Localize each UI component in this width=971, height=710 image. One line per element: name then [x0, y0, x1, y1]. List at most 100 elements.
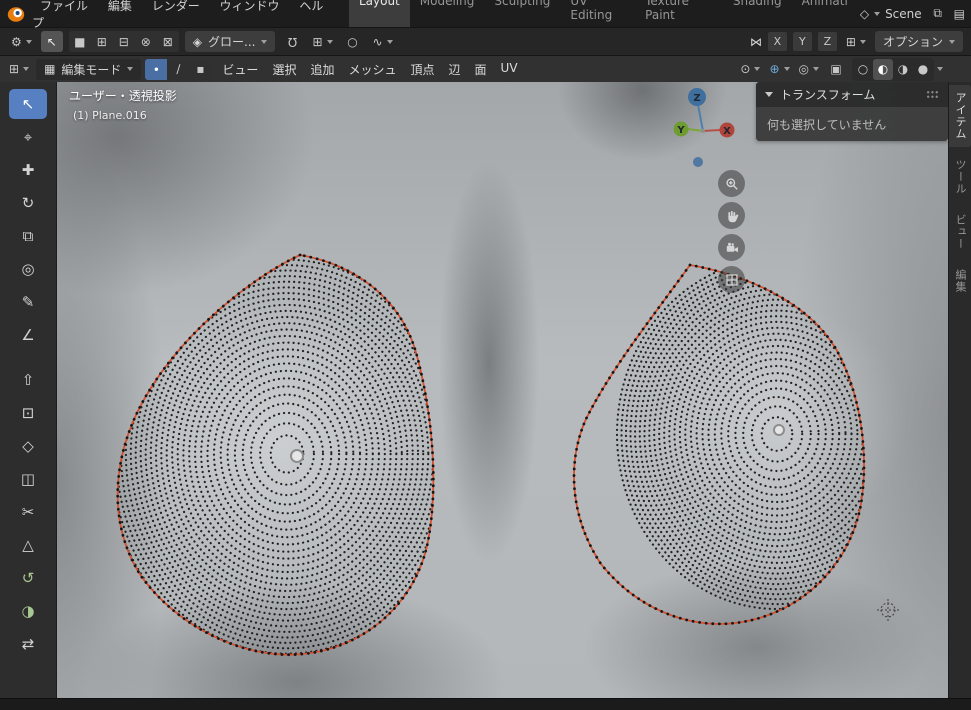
navigation-gizmo[interactable]: Z Y X	[657, 85, 753, 177]
viewport-3d[interactable]: ユーザー・透視投影 (1) Plane.016 Z Y X トランスフォーム 何…	[57, 82, 948, 698]
visibility-dropdown[interactable]: ⊙	[737, 59, 763, 80]
workspace-tab-modeling[interactable]: Modeling	[410, 0, 485, 27]
falloff-dropdown[interactable]: ∿	[370, 31, 396, 52]
tool-transform[interactable]: ◎	[9, 254, 47, 284]
transform-panel-header[interactable]: トランスフォーム	[756, 82, 948, 107]
main-menu: ファイル 編集 レンダー ウィンドウ ヘルプ	[32, 0, 333, 31]
axis-neg-z-ball[interactable]	[693, 157, 703, 167]
scene-render[interactable]	[57, 82, 948, 698]
workspace-tab-uv-editing[interactable]: UV Editing	[560, 0, 635, 27]
workspace-tab-layout[interactable]: Layout	[348, 0, 410, 27]
vmenu-add[interactable]: 追加	[303, 58, 341, 81]
chevron-down-icon	[859, 39, 866, 44]
view-layer-icon[interactable]: ▤	[954, 7, 965, 21]
panel-collapse-icon[interactable]	[765, 92, 773, 97]
workspace-tab-shading[interactable]: Shading	[723, 0, 792, 27]
tool-scale[interactable]: ⧉	[9, 221, 47, 251]
tool-poly-build[interactable]: △	[9, 530, 47, 560]
mode-dropdown[interactable]: ▦ 編集モード	[36, 58, 142, 80]
move-icon: ✚	[21, 161, 35, 179]
select-mode-invert-button[interactable]: ⊗	[135, 31, 157, 52]
shading-mode-group: ○ ◐ ◑ ●	[852, 57, 934, 81]
sidebar-tab-view[interactable]: ビュー	[949, 207, 971, 257]
shading-rendered-button[interactable]: ●	[913, 59, 933, 80]
menu-edit[interactable]: 編集	[100, 0, 140, 16]
overlays-dropdown[interactable]: ◎	[796, 59, 822, 80]
tool-settings-dropdown[interactable]: ⚙	[8, 31, 35, 52]
tool-smooth[interactable]: ◑	[9, 596, 47, 626]
scene-caret-icon[interactable]	[874, 11, 881, 16]
menu-window[interactable]: ウィンドウ	[212, 0, 288, 16]
copy-icon[interactable]: ⧉	[933, 6, 942, 21]
tool-loop-cut[interactable]: ◫	[9, 464, 47, 494]
tool-measure[interactable]: ∠	[9, 320, 47, 350]
shading-wireframe-button[interactable]: ○	[853, 59, 873, 80]
vertex-mode-button[interactable]: ∙	[145, 58, 168, 80]
vmenu-vertex[interactable]: 頂点	[403, 58, 441, 81]
mirror-z-button[interactable]: Z	[817, 32, 837, 51]
tool-spin[interactable]: ↺	[9, 563, 47, 593]
vmenu-face[interactable]: 面	[468, 58, 494, 81]
sidebar-tab-tool[interactable]: ツール	[949, 152, 971, 202]
vmenu-uv[interactable]: UV	[494, 58, 525, 81]
sidebar-tab-item[interactable]: アイテム	[949, 85, 971, 147]
select-mode-intersect-button[interactable]: ⊠	[157, 31, 179, 52]
sidebar-tab-edit[interactable]: 編集	[949, 262, 971, 300]
tool-knife[interactable]: ✂	[9, 497, 47, 527]
blender-logo[interactable]	[6, 4, 26, 24]
zoom-button[interactable]	[718, 170, 745, 197]
shading-material-button[interactable]: ◑	[893, 59, 913, 80]
face-mode-button[interactable]: ▪	[189, 59, 211, 80]
menu-render[interactable]: レンダー	[144, 0, 208, 16]
material-sphere-icon: ◑	[897, 62, 909, 76]
visibility-icon: ⊙	[740, 62, 751, 76]
mirror-y-button[interactable]: Y	[792, 32, 812, 51]
extra-settings-dropdown[interactable]: ⊞	[843, 31, 869, 52]
options-dropdown[interactable]: オプション	[874, 31, 963, 52]
select-mode-subtract-button[interactable]: ⊟	[113, 31, 135, 52]
xray-toggle[interactable]: ▣	[825, 59, 847, 80]
snap-toggle[interactable]: Ω	[281, 31, 303, 52]
shading-options-caret-icon[interactable]	[937, 67, 943, 71]
pan-button[interactable]	[718, 202, 745, 229]
tool-rotate[interactable]: ↻	[9, 188, 47, 218]
workspace-tab-animation[interactable]: Animati	[792, 0, 858, 27]
scene-name[interactable]: Scene	[885, 7, 922, 21]
edge-mode-button[interactable]: ∕	[167, 59, 189, 80]
mirror-x-button[interactable]: X	[767, 32, 787, 51]
active-tool-button[interactable]: ↖	[40, 31, 63, 52]
workspace-tab-texture-paint[interactable]: Texture Paint	[635, 0, 723, 27]
svg-text:X: X	[723, 126, 731, 137]
chevron-down-icon	[783, 67, 790, 71]
select-mode-extend-button[interactable]: ⊞	[91, 31, 113, 52]
editor-type-button[interactable]: ⊞	[6, 59, 32, 80]
scene-icon[interactable]: ◇	[860, 7, 869, 21]
vmenu-mesh[interactable]: メッシュ	[341, 58, 403, 81]
vmenu-view[interactable]: ビュー	[215, 58, 265, 81]
wireframe-sphere-icon: ○	[857, 62, 869, 76]
solid-sphere-icon: ◐	[877, 62, 889, 76]
tool-move[interactable]: ✚	[9, 155, 47, 185]
proportional-editing-toggle[interactable]: ○	[342, 31, 364, 52]
shading-solid-button[interactable]: ◐	[873, 58, 893, 80]
tool-edge-slide[interactable]: ⇄	[9, 629, 47, 659]
tool-extrude-region[interactable]: ⇧	[9, 365, 47, 395]
tool-select-box[interactable]: ↖	[9, 89, 47, 119]
tool-bevel[interactable]: ◇	[9, 431, 47, 461]
sidebar-tabs: アイテム ツール ビュー 編集	[948, 82, 971, 698]
tool-annotate[interactable]: ✎	[9, 287, 47, 317]
workspace-tab-sculpting[interactable]: Sculpting	[484, 0, 560, 27]
scene-selector: ◇ Scene ⧉ ▤	[860, 3, 965, 24]
blender-logo-icon	[7, 6, 25, 22]
gizmos-dropdown[interactable]: ⊕	[766, 59, 792, 80]
orientation-dropdown[interactable]: ◈ グロー...	[184, 31, 276, 52]
drag-dots-icon[interactable]	[926, 90, 939, 99]
vmenu-select[interactable]: 選択	[265, 58, 303, 81]
tool-cursor[interactable]: ⌖	[9, 122, 47, 152]
select-mode-set-button[interactable]: ■	[69, 31, 91, 52]
tool-inset-faces[interactable]: ⊡	[9, 398, 47, 428]
ortho-toggle-button[interactable]	[718, 266, 745, 293]
snap-settings-dropdown[interactable]: ⊞	[309, 31, 335, 52]
vmenu-edge[interactable]: 辺	[442, 58, 468, 81]
camera-view-button[interactable]	[718, 234, 745, 261]
